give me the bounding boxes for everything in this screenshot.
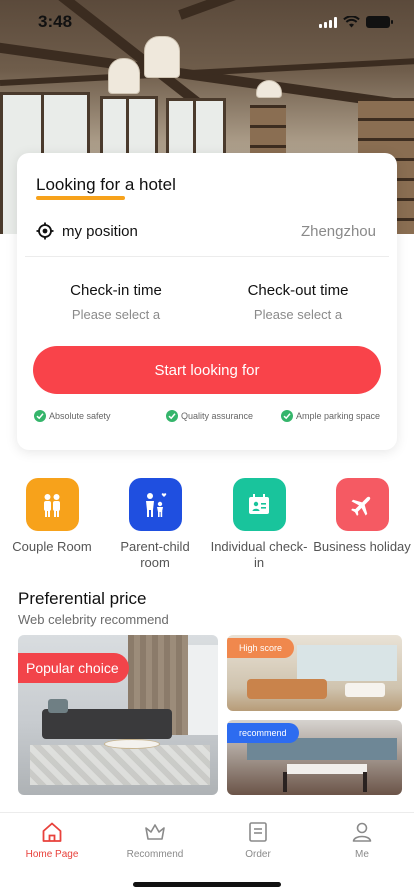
position-row[interactable]: my position Zhengzhou xyxy=(36,219,376,243)
category-couple-room[interactable]: Couple Room xyxy=(2,478,102,555)
airplane-icon xyxy=(335,478,389,531)
tab-label: Me xyxy=(355,849,369,860)
user-icon xyxy=(352,822,372,842)
order-icon xyxy=(249,822,267,842)
hotel-search-card: Looking for a hotel my position Zhengzho… xyxy=(17,153,397,450)
check-icon xyxy=(166,410,178,422)
tile-tag: High score xyxy=(227,638,295,658)
home-indicator xyxy=(133,882,281,887)
hotel-tile-popular[interactable]: Popular choice xyxy=(18,635,218,795)
category-individual-check-in[interactable]: Individual check-in xyxy=(209,478,309,571)
badge-ample-parking: Ample parking space xyxy=(281,410,380,422)
locate-icon xyxy=(36,222,54,240)
checkin-placeholder: Please select a xyxy=(71,307,161,322)
tile-tag: recommend xyxy=(227,723,299,743)
section-title: Preferential price xyxy=(18,589,147,608)
id-card-icon xyxy=(232,478,286,531)
category-parent-child-room[interactable]: Parent-child room xyxy=(105,478,205,571)
tile-tag: Popular choice xyxy=(18,653,129,683)
tab-order[interactable]: Order xyxy=(218,820,298,860)
assurance-badges: Absolute safety Quality assurance Ample … xyxy=(33,410,381,424)
tab-label: Home Page xyxy=(25,849,79,860)
badge-label: Ample parking space xyxy=(296,411,381,421)
badge-label: Quality assurance xyxy=(181,411,254,421)
section-subtitle: Web celebrity recommend xyxy=(18,612,169,627)
title-underline xyxy=(36,196,125,200)
battery-icon xyxy=(366,16,393,28)
crown-icon xyxy=(145,824,165,840)
wifi-icon xyxy=(343,16,360,28)
checkin-selector[interactable]: Check-in time Please select a xyxy=(31,282,201,322)
hotel-tile-recommend[interactable]: recommend xyxy=(227,720,402,795)
status-bar: 3:48 xyxy=(0,0,414,44)
category-label: Individual check-in xyxy=(210,539,308,570)
badge-absolute-safety: Absolute safety xyxy=(34,410,111,422)
tab-label: Recommend xyxy=(126,849,184,860)
tab-recommend[interactable]: Recommend xyxy=(115,820,195,860)
badge-label: Absolute safety xyxy=(49,411,111,421)
tab-label: Order xyxy=(245,849,271,860)
couple-icon xyxy=(25,478,79,531)
checkout-placeholder: Please select a xyxy=(253,307,343,322)
start-looking-button[interactable]: Start looking for xyxy=(33,346,381,394)
home-icon xyxy=(42,822,62,842)
divider xyxy=(25,256,389,257)
checkout-selector[interactable]: Check-out time Please select a xyxy=(213,282,383,322)
checkin-label: Check-in time xyxy=(70,282,162,299)
check-icon xyxy=(281,410,293,422)
checkout-label: Check-out time xyxy=(247,282,349,299)
tab-me[interactable]: Me xyxy=(322,820,402,860)
parent-child-icon xyxy=(128,478,182,531)
cellular-signal-icon xyxy=(319,16,337,28)
check-icon xyxy=(34,410,46,422)
my-position-label: my position xyxy=(62,222,138,240)
category-label: Business holiday xyxy=(313,539,411,554)
city-selector[interactable]: Zhengzhou xyxy=(301,223,376,240)
status-icons xyxy=(319,16,393,28)
category-label: Parent-child room xyxy=(120,539,190,570)
card-title: Looking for a hotel xyxy=(36,175,176,194)
category-business-holiday[interactable]: Business holiday xyxy=(312,478,412,555)
category-label: Couple Room xyxy=(12,539,92,554)
tab-home-page[interactable]: Home Page xyxy=(12,820,92,860)
status-time: 3:48 xyxy=(38,12,73,31)
hotel-tile-high-score[interactable]: High score xyxy=(227,635,402,711)
badge-quality-assurance: Quality assurance xyxy=(166,410,253,422)
